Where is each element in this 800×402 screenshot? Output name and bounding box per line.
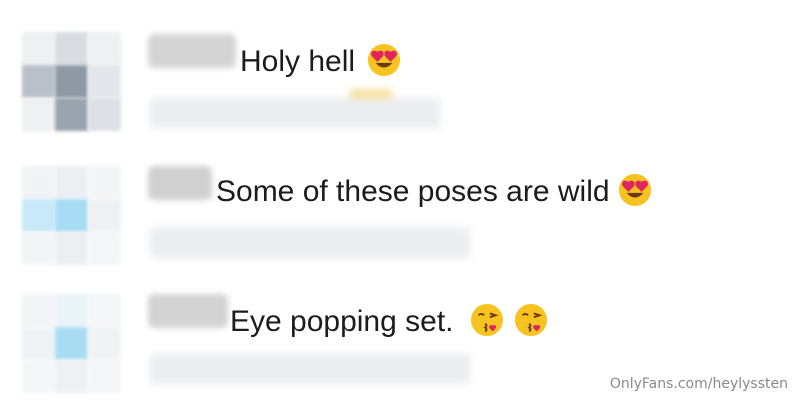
kissing-face-emoji-icon: [515, 303, 548, 337]
comment-meta-blurred: [150, 354, 470, 384]
watermark-text: OnlyFans.com/heylyssten: [609, 376, 788, 392]
comment-item: Holy hell: [0, 20, 800, 140]
comment-text-label: Some of these poses are wild: [216, 175, 610, 208]
comment-text: Eye popping set.: [230, 302, 548, 342]
comment-text: Holy hell: [240, 42, 401, 82]
avatar-blurred[interactable]: [22, 294, 122, 394]
username-blurred[interactable]: [148, 34, 236, 68]
avatar-blurred[interactable]: [22, 32, 122, 132]
comment-meta-blurred: [150, 98, 440, 128]
comment-item: Some of these poses are wild: [0, 160, 800, 270]
comment-text-label: Holy hell: [240, 45, 356, 78]
username-blurred[interactable]: [148, 166, 212, 200]
heart-eyes-emoji-icon: [368, 43, 401, 77]
kissing-face-emoji-icon: [470, 303, 503, 337]
comment-text: Some of these poses are wild: [216, 172, 652, 212]
heart-eyes-emoji-icon: [618, 173, 651, 207]
avatar-blurred[interactable]: [22, 166, 122, 266]
comment-meta-accent-blurred: [350, 90, 392, 98]
username-blurred[interactable]: [148, 294, 228, 328]
comment-text-label: Eye popping set.: [230, 305, 454, 338]
comment-meta-blurred: [150, 228, 470, 258]
